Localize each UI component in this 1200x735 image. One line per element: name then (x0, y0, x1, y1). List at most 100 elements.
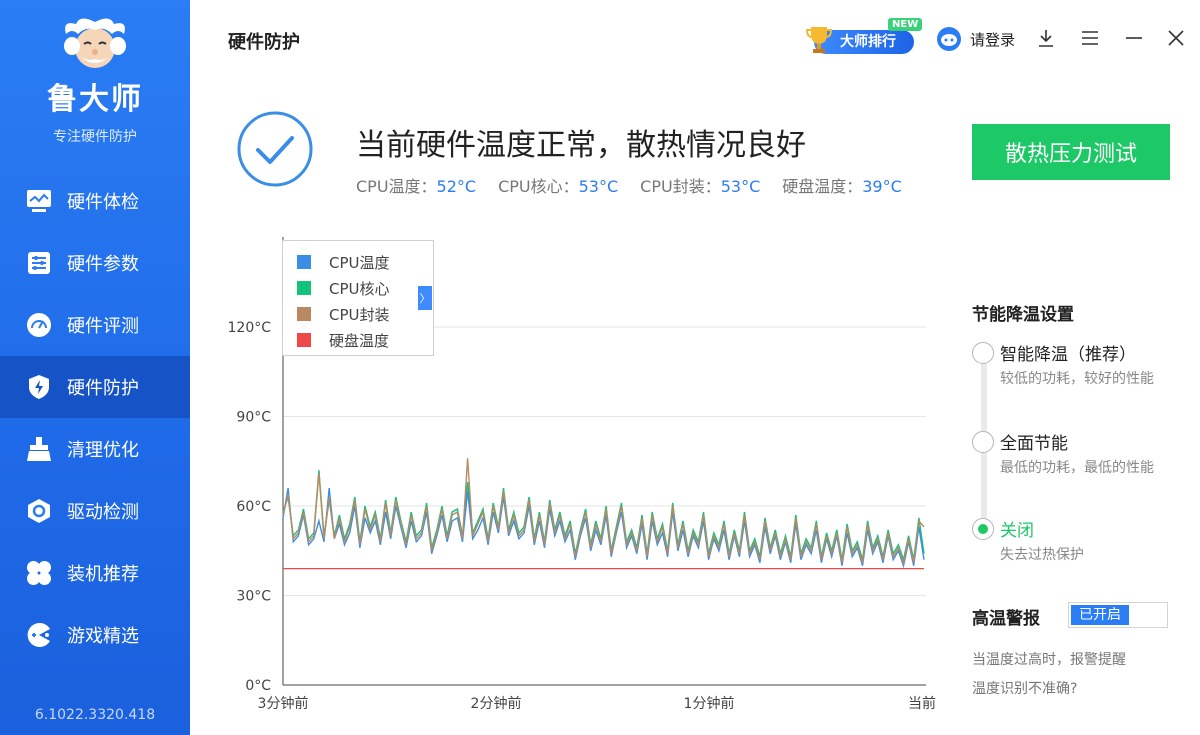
sidebar-nav: 硬件体检 硬件参数 硬件评测 硬件防护 清理优化 驱动检测 装机推荐 游戏精选 (0, 170, 190, 666)
sidebar-item-hardware-protection[interactable]: 硬件防护 (0, 356, 190, 418)
legend-label: 硬盘温度 (329, 331, 390, 350)
series-cpu-core (282, 470, 925, 563)
metric-value: 52°C (436, 177, 477, 196)
close-button[interactable] (1166, 28, 1186, 48)
brand-name: 鲁大师 (47, 82, 143, 117)
legend-label: CPU核心 (329, 279, 390, 298)
user-avatar-icon (937, 27, 961, 51)
y-tick-label: 30°C (236, 589, 271, 605)
sidebar-item-label: 装机推荐 (67, 564, 139, 585)
y-tick-label: 0°C (245, 678, 271, 694)
legend-collapse-button[interactable]: 〉 (418, 286, 432, 310)
brand-tagline: 专注硬件防护 (53, 129, 137, 145)
sidebar-item-label: 游戏精选 (67, 626, 139, 647)
logo: 鲁大师 专注硬件防护 (0, 14, 190, 146)
monitor-icon (25, 187, 53, 215)
legend-item-disk-temp[interactable]: 硬盘温度 (297, 327, 433, 353)
status-title: 当前硬件温度正常，散热情况良好 (356, 128, 806, 163)
metric-cpu-core: CPU核心：53°C (498, 173, 618, 197)
legend-swatch (297, 281, 311, 295)
option-label: 全面节能 (1000, 434, 1068, 454)
x-tick-label: 1分钟前 (684, 695, 735, 712)
sidebar-item-label: 驱动检测 (67, 502, 139, 523)
stress-test-button[interactable]: 散热压力测试 (972, 124, 1170, 180)
metric-disk-temp: 硬盘温度：39°C (782, 173, 902, 197)
page-title: 硬件防护 (228, 32, 300, 53)
clover-icon (25, 559, 53, 587)
metric-label: CPU温度： (356, 177, 437, 196)
mascot-logo-icon (58, 14, 132, 72)
legend-item-cpu-package[interactable]: CPU封装 (297, 301, 433, 327)
settings-title: 节能降温设置 (972, 305, 1074, 325)
download-button[interactable] (1036, 28, 1056, 48)
hexagon-icon (25, 497, 53, 525)
menu-icon (1082, 31, 1098, 45)
menu-button[interactable] (1080, 28, 1100, 48)
sidebar-item-label: 清理优化 (67, 440, 139, 461)
sidebar-item-hardware-check[interactable]: 硬件体检 (0, 170, 190, 232)
sliders-icon (25, 249, 53, 277)
sidebar-item-cleanup[interactable]: 清理优化 (0, 418, 190, 480)
legend-item-cpu-core[interactable]: CPU核心 (297, 275, 433, 301)
legend-swatch (297, 255, 311, 269)
metric-label: 硬盘温度： (782, 177, 863, 196)
sidebar-item-driver-check[interactable]: 驱动检测 (0, 480, 190, 542)
radio-button-selected[interactable] (972, 518, 994, 540)
sidebar-item-games[interactable]: 游戏精选 (0, 604, 190, 666)
sidebar-item-hardware-params[interactable]: 硬件参数 (0, 232, 190, 294)
temperature-inaccurate-link[interactable]: 温度识别不准确? (972, 678, 1077, 698)
alarm-title: 高温警报 (972, 609, 1040, 629)
new-badge: NEW (888, 18, 923, 31)
minimize-icon (1126, 37, 1142, 39)
y-tick-label: 120°C (228, 320, 272, 336)
legend-swatch (297, 307, 311, 321)
alarm-toggle[interactable]: 已开启 (1068, 602, 1168, 628)
metric-label: CPU核心： (498, 177, 579, 196)
metric-cpu-temp: CPU温度：52°C (356, 173, 476, 197)
legend-swatch (297, 333, 311, 347)
option-label: 关闭 (1000, 521, 1034, 541)
option-desc: 失去过热保护 (1000, 547, 1084, 563)
login-button[interactable]: 请登录 (936, 26, 1015, 52)
shield-bolt-icon (25, 373, 53, 401)
version-label: 6.1022.3320.418 (34, 707, 156, 723)
sidebar: 鲁大师 专注硬件防护 硬件体检 硬件参数 硬件评测 硬件防护 清理优化 驱动检测… (0, 0, 190, 735)
legend-label: CPU封装 (329, 305, 390, 324)
chevron-right-icon: 〉 (419, 292, 431, 305)
metric-value: 39°C (862, 177, 902, 196)
option-desc: 最低的功耗，最低的性能 (1000, 460, 1154, 476)
status-ok-icon (237, 111, 313, 187)
metric-label: CPU封装： (640, 177, 721, 196)
close-icon (1168, 30, 1184, 46)
option-desc: 较低的功耗，较好的性能 (1000, 371, 1154, 387)
temperature-metrics: CPU温度：52°C CPU核心：53°C CPU封装：53°C 硬盘温度：39… (356, 173, 902, 197)
option-label: 智能降温（推荐） (1000, 345, 1136, 365)
x-tick-label: 3分钟前 (258, 695, 309, 712)
sidebar-item-label: 硬件防护 (67, 378, 139, 399)
toggle-label: 已开启 (1071, 605, 1129, 625)
sidebar-item-hardware-benchmark[interactable]: 硬件评测 (0, 294, 190, 356)
metric-value: 53°C (578, 177, 619, 196)
legend-item-cpu-temp[interactable]: CPU温度 (297, 249, 433, 275)
x-tick-label: 2分钟前 (471, 695, 522, 712)
legend-label: CPU温度 (329, 253, 390, 272)
sidebar-item-build-recommend[interactable]: 装机推荐 (0, 542, 190, 604)
sidebar-item-label: 硬件参数 (67, 254, 139, 275)
pacman-icon (25, 621, 53, 649)
trophy-icon (805, 27, 833, 53)
gauge-icon (25, 311, 53, 339)
metric-cpu-package: CPU封装：53°C (640, 173, 760, 197)
sidebar-item-label: 硬件评测 (67, 316, 139, 337)
minimize-button[interactable] (1124, 28, 1144, 48)
rank-button[interactable]: 大师排行 NEW (804, 18, 923, 56)
radio-button[interactable] (972, 342, 994, 364)
sidebar-item-label: 硬件体检 (67, 192, 139, 213)
radio-button[interactable] (972, 431, 994, 453)
broom-icon (25, 435, 53, 463)
y-tick-label: 60°C (236, 499, 271, 515)
alarm-description: 当温度过高时，报警提醒 (972, 652, 1126, 668)
metric-value: 53°C (720, 177, 761, 196)
x-tick-label: 当前 (908, 695, 936, 712)
download-icon (1039, 30, 1053, 47)
series-cpu-package (282, 458, 925, 566)
